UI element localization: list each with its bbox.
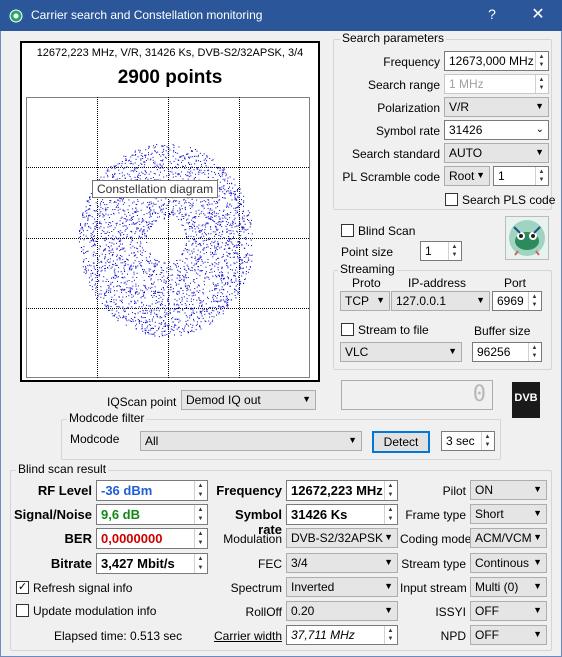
result-frequency-label: Frequency [216,483,282,498]
rolloff-select[interactable]: 0.20 ▼ [286,601,398,621]
pilot-select[interactable]: ON ▼ [470,480,547,500]
search-standard-label: Search standard [351,147,440,161]
refresh-signal-label: Refresh signal info [33,581,133,595]
buffer-size-label: Buffer size [474,324,531,338]
iqscan-label: IQScan point [107,395,177,409]
frequency-label: Frequency [383,55,440,69]
symbol-rate-label: Symbol rate [375,124,440,138]
bitrate-label: Bitrate [50,556,92,571]
streaming-title: Streaming [338,262,397,276]
blind-scan-checkbox[interactable] [341,224,354,237]
lcd-value: 0 [472,382,486,407]
update-modulation-checkbox[interactable] [16,604,29,617]
point-size-input[interactable]: 1 ▲ ▼ [420,241,462,261]
coding-mode-select[interactable]: ACM/VCM ▼ [470,528,547,548]
constellation-panel: 12672,223 MHz, V/R, 31426 Ks, DVB-S2/32A… [20,41,320,382]
detect-button[interactable]: Detect [372,431,430,453]
signal-noise-label: Signal/Noise [14,507,93,522]
frame-type-select[interactable]: Short ▼ [470,504,547,524]
fec-select[interactable]: 3/4 ▼ [286,553,398,573]
dvb-logo: DVB [512,382,540,418]
stream-type-select[interactable]: Continous ▼ [470,553,547,573]
buffer-size-input[interactable]: 96256 ▲ ▼ [472,342,542,362]
input-stream-select[interactable]: Multi (0) ▼ [470,577,547,597]
constellation-diagram [26,97,310,378]
app-icon [8,8,24,24]
lcd-display: 0 [341,380,493,410]
pls-mode-select[interactable]: Root ▼ [444,166,490,186]
close-button[interactable]: ✕ [526,4,550,24]
search-pls-label: Search PLS code [462,193,556,207]
elapsed-time: Elapsed time: 0.513 sec [54,629,183,643]
mascot-logo [505,216,549,260]
proto-select[interactable]: TCP ▼ [340,291,390,311]
search-standard-select[interactable]: AUTO ▼ [444,143,549,163]
help-button[interactable]: ? [482,6,502,22]
stream-type-label: Stream type [401,557,466,571]
polarization-select[interactable]: V/R ▼ [444,97,549,117]
carrier-width-label[interactable]: Carrier width [210,629,282,643]
frame-type-label: Frame type [405,508,466,522]
search-range-input[interactable]: 1 MHz ▲ ▼ [444,74,549,94]
blind-scan-label: Blind Scan [358,224,416,238]
spectrum-select[interactable]: Inverted ▼ [286,577,398,597]
update-modulation-label: Update modulation info [33,604,157,618]
proto-label: Proto [352,276,381,290]
ber-label: BER [64,531,92,546]
signal-noise-value: 9,6 dB ▲ ▼ [96,504,208,525]
modcode-label: Modcode [70,432,120,446]
frequency-input[interactable]: 12673,000 MHz ▲ ▼ [444,51,549,71]
stream-to-file-label: Stream to file [358,323,429,337]
spectrum-label: Spectrum [230,581,282,595]
polarization-label: Polarization [377,101,440,115]
carrier-width-value: 37,711 MHz ▲ ▼ [286,625,398,645]
title-bar: Carrier search and Constellation monitor… [0,0,562,31]
pilot-label: Pilot [442,484,466,498]
ip-label: IP-address [408,276,467,290]
modcode-select[interactable]: All ▼ [140,431,362,451]
constellation-tooltip: Constellation diagram [92,180,219,198]
ip-select[interactable]: 127.0.0.1 ▼ [391,291,490,311]
search-pls-checkbox[interactable] [445,193,458,206]
npd-select[interactable]: OFF ▼ [470,625,547,645]
ber-value: 0,0000000 ▲ ▼ [96,528,208,549]
modulation-label: Modulation [223,532,282,546]
port-label: Port [504,276,527,290]
issyi-label: ISSYI [435,605,466,619]
coding-mode-label: Coding mode [400,532,472,546]
rf-level-label: RF Level [37,483,92,498]
input-stream-label: Input stream [400,581,467,595]
result-symbol-rate-value: 31426 Ks ▲ ▼ [286,504,398,525]
issyi-select[interactable]: OFF ▼ [470,601,547,621]
carrier-header: 12672,223 MHz, V/R, 31426 Ks, DVB-S2/32A… [36,47,304,59]
bitrate-value: 3,427 Mbit/s ▲ ▼ [96,553,208,574]
window-title: Carrier search and Constellation monitor… [31,8,263,22]
player-select[interactable]: VLC ▼ [340,342,462,362]
port-input[interactable]: 6969 ▲ ▼ [492,291,542,311]
symbol-rate-combo[interactable]: 31426 ⌄ [444,120,549,140]
pls-label: PL Scramble code [342,170,440,184]
modcode-filter-title: Modcode filter [67,411,147,425]
rolloff-label: RollOff [245,605,282,619]
iqscan-select[interactable]: Demod IQ out ▼ [181,390,316,410]
fec-label: FEC [258,557,282,571]
points-count: 2900 points [117,67,223,88]
interval-input[interactable]: 3 sec ▲ ▼ [441,431,495,451]
blind-scan-result-title: Blind scan result [16,462,109,476]
result-frequency-value: 12672,223 MHz ▲ ▼ [286,480,398,501]
pls-code-input[interactable]: 1 ▲ ▼ [493,166,549,186]
point-size-label: Point size [341,245,394,259]
modulation-select[interactable]: DVB-S2/32APSK ▼ [286,528,398,548]
rf-level-value: -36 dBm ▲ ▼ [96,480,208,501]
search-range-label: Search range [367,78,440,92]
npd-label: NPD [440,629,466,643]
stream-to-file-checkbox[interactable] [341,323,354,336]
refresh-signal-checkbox[interactable]: ✓ [16,581,29,594]
search-parameters-title: Search parameters [340,31,447,45]
